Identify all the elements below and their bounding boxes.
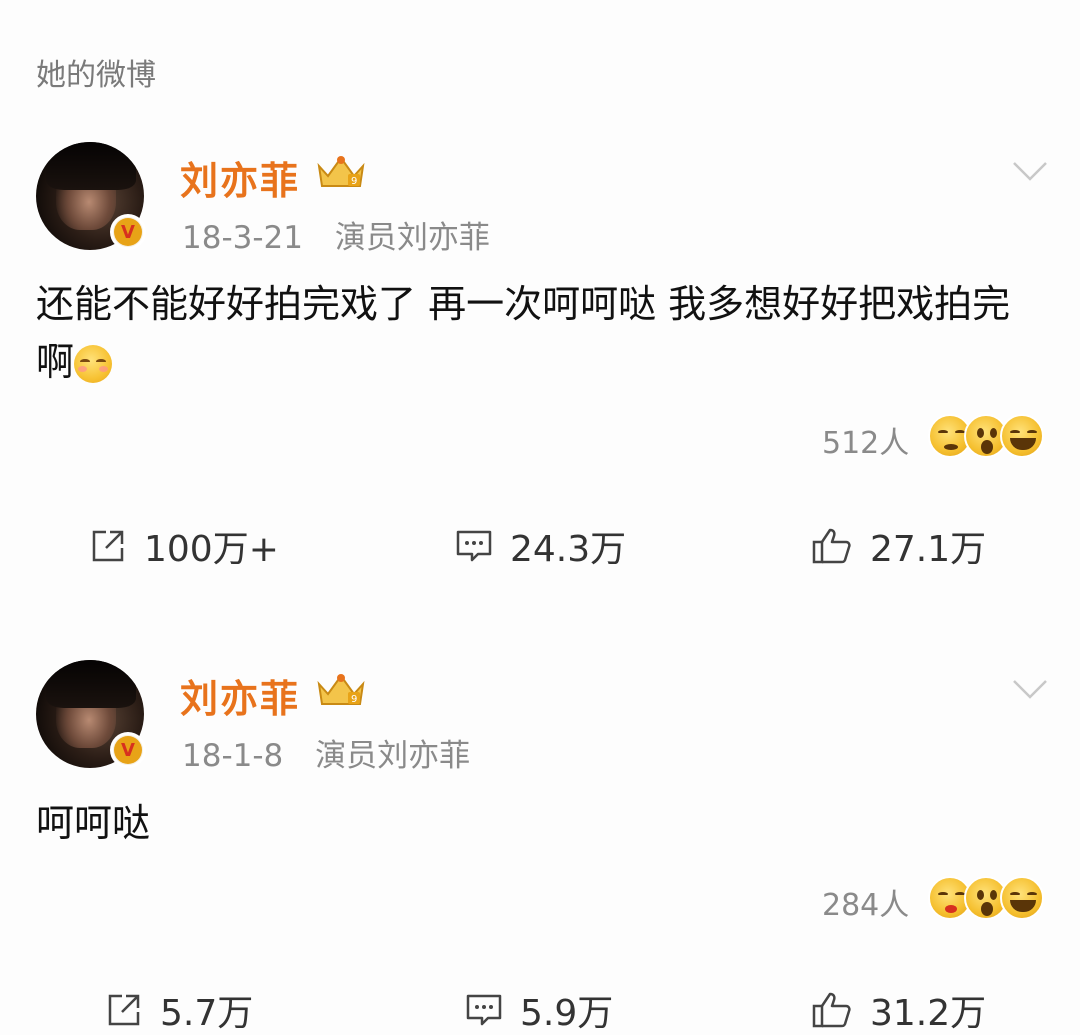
post-source[interactable]: 演员刘亦菲 [335,220,490,256]
repost-count: 5.7万 [160,993,254,1034]
thumbs-up-icon [812,528,851,564]
reaction-count[interactable]: 512人 [822,418,909,462]
repost-count: 100万+ [144,529,279,570]
reaction-faces[interactable] [928,414,1046,462]
post-source[interactable]: 演员刘亦菲 [315,738,470,774]
post-meta: 18-1-8 演员刘亦菲 [182,730,470,775]
comment-button[interactable]: 5.9万 [464,984,613,1035]
post-date: 18-1-8 [182,738,284,774]
chevron-down-icon[interactable] [1012,678,1048,700]
shy-smile-emoji-icon [74,345,113,383]
comment-count: 5.9万 [520,993,614,1034]
like-count: 27.1万 [870,529,987,570]
repost-button[interactable]: 100万+ [88,520,279,572]
share-icon [92,530,124,562]
post-text: 呵呵哒 [36,794,1046,852]
reaction-faces[interactable] [928,876,1046,924]
repost-button[interactable]: 5.7万 [104,984,253,1035]
crown-badge-icon[interactable]: 9 [316,670,366,710]
author-name[interactable]: 刘亦菲 [180,668,300,723]
like-button[interactable]: 27.1万 [810,520,986,572]
comment-count: 24.3万 [510,529,627,570]
thumbs-up-icon [812,992,851,1028]
post-text: 还能不能好好拍完戏了 再一次呵呵哒 我多想好好把戏拍完啊 [36,275,1046,391]
share-icon [108,994,140,1026]
post-meta: 18-3-21 演员刘亦菲 [182,212,490,257]
comment-icon [456,530,492,562]
reaction-count[interactable]: 284人 [822,880,909,924]
section-label: 她的微博 [36,58,156,93]
laugh-emoji-icon [1000,414,1044,458]
post-text-content: 还能不能好好拍完戏了 再一次呵呵哒 我多想好好把戏拍完啊 [36,282,1011,384]
crown-badge-icon[interactable]: 9 [316,152,366,192]
verified-badge-icon: V [110,214,146,250]
post-text-content: 呵呵哒 [36,801,151,845]
author-name[interactable]: 刘亦菲 [180,150,300,205]
chevron-down-icon[interactable] [1012,160,1048,182]
laugh-emoji-icon [1000,876,1044,920]
comment-button[interactable]: 24.3万 [454,520,626,572]
comment-icon [466,994,502,1026]
svg-text:9: 9 [351,176,357,187]
like-count: 31.2万 [870,993,987,1034]
svg-text:9: 9 [351,694,357,705]
post-date: 18-3-21 [182,220,303,256]
verified-badge-icon: V [110,732,146,768]
like-button[interactable]: 31.2万 [810,984,986,1035]
